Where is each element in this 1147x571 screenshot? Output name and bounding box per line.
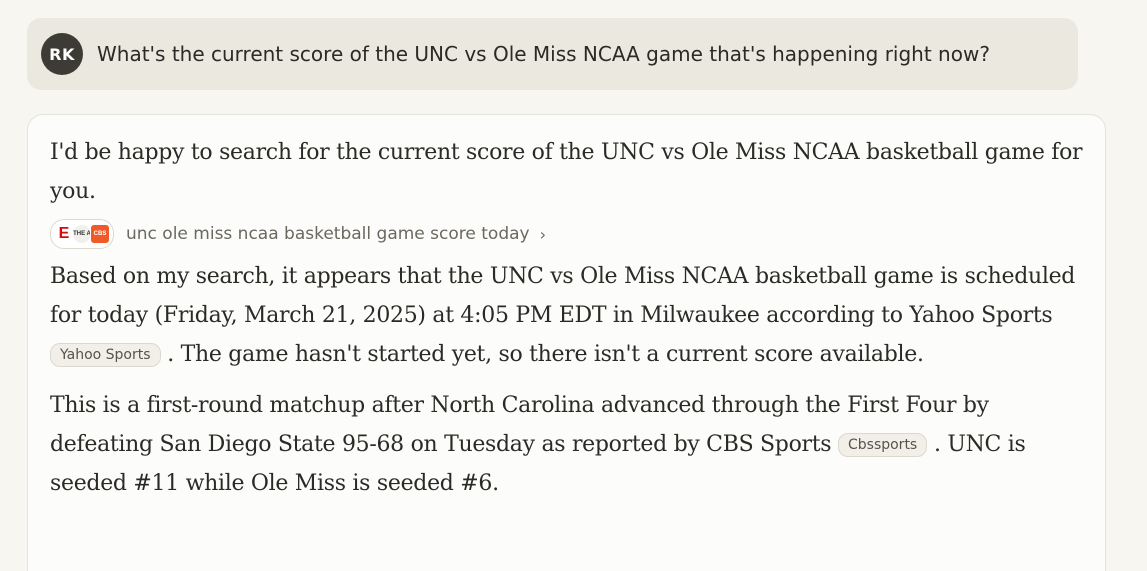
assistant-paragraph-2: This is a first-round matchup after Nort… <box>50 386 1083 503</box>
assistant-intro: I'd be happy to search for the current s… <box>50 140 1083 204</box>
user-message: RK What's the current score of the UNC v… <box>27 18 1078 90</box>
assistant-paragraph-1: Based on my search, it appears that the … <box>50 257 1083 374</box>
cbs-sports-icon: CBS <box>90 224 110 244</box>
citation-cbssports[interactable]: Cbssports <box>837 433 928 457</box>
citation-yahoo-sports[interactable]: Yahoo Sports <box>50 343 161 367</box>
user-message-text: What's the current score of the UNC vs O… <box>97 42 990 66</box>
espn-icon: E <box>54 224 74 244</box>
search-result-link[interactable]: E THE A CBS unc ole miss ncaa basketball… <box>50 219 1083 249</box>
source-icons: E THE A CBS <box>50 219 114 249</box>
paragraph-1-text: Based on my search, it appears that the … <box>50 264 1076 328</box>
the-athletic-icon: THE A <box>72 224 92 244</box>
user-avatar[interactable]: RK <box>41 33 83 75</box>
paragraph-1-text-continued: . The game hasn't started yet, so there … <box>167 342 924 367</box>
search-query[interactable]: unc ole miss ncaa basketball game score … <box>126 224 530 244</box>
chevron-right-icon[interactable]: › <box>540 225 546 244</box>
assistant-response: I'd be happy to search for the current s… <box>27 114 1106 571</box>
